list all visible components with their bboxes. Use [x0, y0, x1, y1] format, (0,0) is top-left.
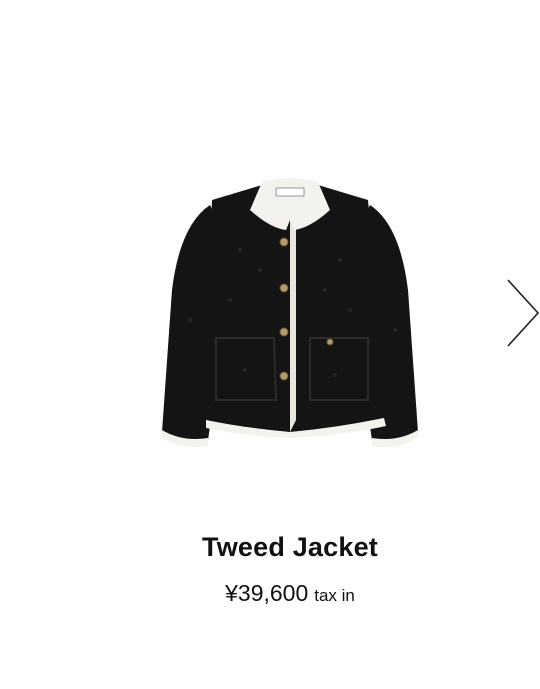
- price-row: ¥39,600 tax in: [0, 580, 540, 607]
- product-card: Tweed Jacket ¥39,600 tax in: [0, 0, 540, 689]
- jacket-body: [162, 185, 418, 447]
- chevron-right-icon[interactable]: [500, 278, 540, 348]
- tax-note: tax in: [314, 586, 355, 605]
- product-price: ¥39,600: [225, 580, 309, 606]
- product-title[interactable]: Tweed Jacket: [0, 532, 540, 563]
- product-image[interactable]: [150, 170, 430, 460]
